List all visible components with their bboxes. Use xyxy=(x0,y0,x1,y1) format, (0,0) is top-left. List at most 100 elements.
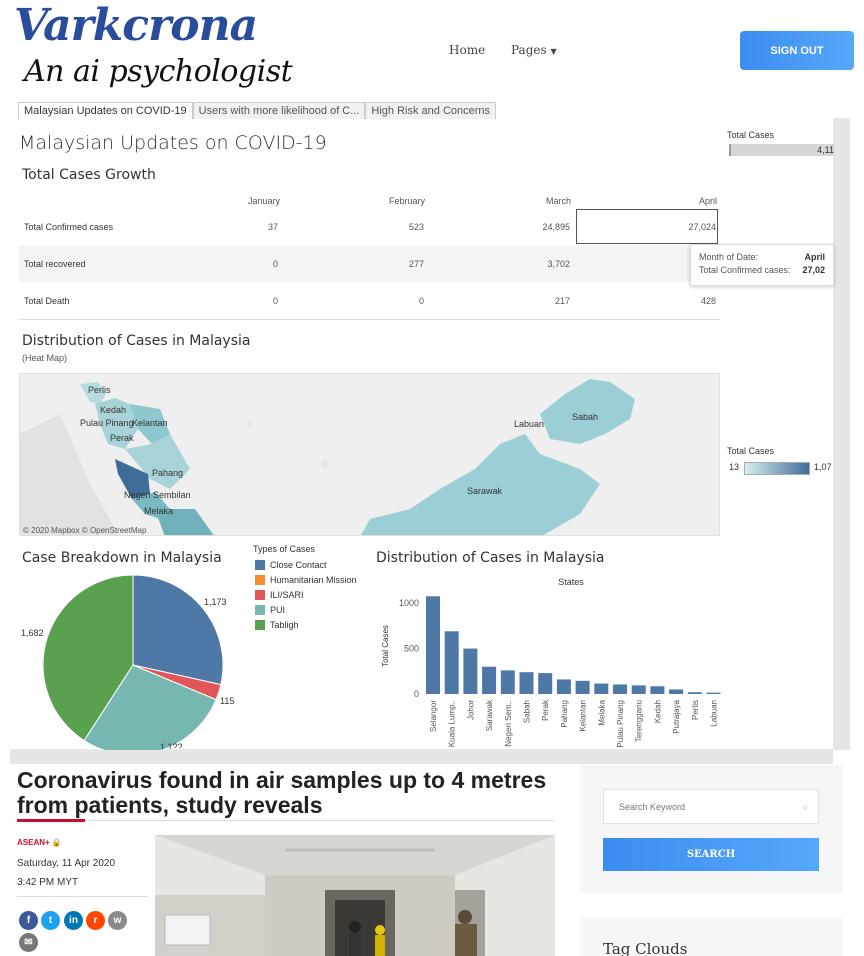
caret-down-icon: ▼ xyxy=(550,47,557,56)
bar[interactable] xyxy=(463,648,478,694)
legend-item[interactable]: ILI/SARI xyxy=(255,590,304,600)
legend-label: ILI/SARI xyxy=(270,590,304,600)
article-tag[interactable]: ASEAN+ 🔒 xyxy=(17,838,62,847)
table-cell: 37 xyxy=(267,222,278,232)
bar[interactable] xyxy=(482,666,497,694)
legend-swatch xyxy=(255,560,265,570)
tab-malaysian-updates[interactable]: Malaysian Updates on COVID-19 xyxy=(18,102,193,119)
x-tick-label: Negeri Sem.. xyxy=(504,700,513,747)
x-tick-label: Labuan xyxy=(710,700,719,727)
bar-svg: States Total Cases 1000 500 0 Selangor Kuala L… xyxy=(381,577,721,748)
nav-home-link[interactable]: Home xyxy=(449,43,485,57)
table-cell: 24,895 xyxy=(542,222,570,232)
pie-title: Case Breakdown in Malaysia xyxy=(22,550,222,566)
bar-title: Distribution of Cases in Malaysia xyxy=(376,550,605,566)
tab-high-risk[interactable]: High Risk and Concerns xyxy=(365,102,497,119)
pie-legend-title: Types of Cases xyxy=(253,544,316,554)
email-icon[interactable]: ✉ xyxy=(19,933,38,952)
dashboard-title: Malaysian Updates on COVID-19 xyxy=(19,132,327,154)
bar[interactable] xyxy=(556,679,571,694)
legend-swatch xyxy=(255,620,265,630)
map-label: Labuan xyxy=(514,419,545,429)
bar[interactable] xyxy=(631,685,646,694)
x-tick-label: Johor xyxy=(466,700,475,720)
bar[interactable] xyxy=(706,692,721,694)
x-tick-label: Putrajaya xyxy=(672,699,681,733)
x-tick-label: Sabah xyxy=(523,700,532,723)
linkedin-icon[interactable]: in xyxy=(64,911,83,930)
bar[interactable] xyxy=(594,683,609,694)
bar[interactable] xyxy=(426,596,440,694)
bar[interactable] xyxy=(613,684,627,694)
map-label: Sabah xyxy=(572,412,599,422)
legend-swatch xyxy=(255,575,265,585)
column-header: April xyxy=(698,196,717,206)
nav-pages-dropdown[interactable]: Pages ▼ xyxy=(511,43,557,57)
island xyxy=(321,460,329,468)
horizontal-scrollbar[interactable] xyxy=(10,749,833,764)
search-widget xyxy=(580,765,843,893)
reddit-icon[interactable]: r xyxy=(86,911,105,930)
legend-item[interactable]: Close Contact xyxy=(255,560,327,570)
article-photo[interactable] xyxy=(155,835,555,956)
bar[interactable] xyxy=(500,670,515,694)
total-cases-value: 4,11 xyxy=(817,145,834,155)
legend-item[interactable]: Tabligh xyxy=(255,620,299,630)
tooltip-label: Month of Date: xyxy=(699,252,759,262)
pie-svg xyxy=(42,575,224,750)
search-input[interactable]: Search Keyword ○ xyxy=(603,789,819,824)
divider xyxy=(17,820,555,821)
tab-users-likelihood[interactable]: Users with more likelihood of C... xyxy=(192,102,366,119)
y-tick-label: 500 xyxy=(404,644,419,654)
twitter-icon[interactable]: t xyxy=(41,911,60,930)
map-legend-max: 1,07 xyxy=(814,462,832,472)
map-label: Pulau Pinang xyxy=(80,418,134,428)
map-attribution[interactable]: © 2020 Mapbox © OpenStreetMap xyxy=(23,526,146,535)
bar[interactable] xyxy=(575,680,590,694)
bar[interactable] xyxy=(650,686,665,694)
map-label: Sarawak xyxy=(467,486,503,496)
map-subtitle: (Heat Map) xyxy=(22,353,68,363)
logo-title[interactable]: Varkcrona xyxy=(14,0,258,51)
x-tick-label: Sarawak xyxy=(485,699,494,731)
dashboard-tabs: Malaysian Updates on COVID-19 Users with… xyxy=(18,102,497,119)
tooltip: Month of Date: April Total Confirmed case… xyxy=(690,244,834,286)
x-tick-label: Kelantan xyxy=(579,700,588,732)
bar-chart[interactable]: States Total Cases 1000 500 0 Selangor Kuala L… xyxy=(376,576,721,750)
pie-chart[interactable] xyxy=(40,575,230,750)
pie-data-label: 1,173 xyxy=(204,597,227,607)
bar[interactable] xyxy=(538,673,553,694)
bar[interactable] xyxy=(669,689,684,694)
tooltip-value: April xyxy=(804,252,825,262)
table-cell: 523 xyxy=(408,222,424,232)
search-button[interactable]: SEARCH xyxy=(603,838,819,871)
bar-ylabel: Total Cases xyxy=(381,625,390,667)
map-svg xyxy=(20,379,635,535)
article-title[interactable]: Coronavirus found in air samples up to 4… xyxy=(17,768,562,818)
article-time: 3:42 PM MYT xyxy=(17,877,79,888)
x-tick-label: Perlis xyxy=(691,700,700,720)
bar[interactable] xyxy=(444,631,459,694)
facebook-icon[interactable]: f xyxy=(19,911,38,930)
nav-pages-label: Pages xyxy=(511,43,547,57)
table-cell: 3,702 xyxy=(547,259,570,269)
bar[interactable] xyxy=(519,672,534,694)
map-legend-gradient xyxy=(744,462,810,475)
bar-subtitle: States xyxy=(558,577,584,587)
x-tick-label: Kedah xyxy=(653,700,662,723)
divider xyxy=(17,896,148,897)
heat-map[interactable]: Perlis Kedah Pulau Pinang Kelantan Perak… xyxy=(19,373,720,536)
bar[interactable] xyxy=(687,692,702,694)
map-label: Perak xyxy=(110,433,134,443)
legend-label: Close Contact xyxy=(270,560,327,570)
legend-label: Humanitarian Mission xyxy=(270,575,357,585)
vertical-scrollbar[interactable] xyxy=(833,118,850,750)
legend-item[interactable]: Humanitarian Mission xyxy=(255,575,357,585)
wechat-icon[interactable]: w xyxy=(108,911,127,930)
article-date: Saturday, 11 Apr 2020 xyxy=(17,858,116,869)
y-tick-label: 0 xyxy=(414,689,419,699)
sign-out-button[interactable]: SIGN OUT xyxy=(740,31,854,70)
column-header: March xyxy=(545,196,571,206)
legend-item[interactable]: PUI xyxy=(255,605,285,615)
table-cell: 0 xyxy=(272,259,278,269)
